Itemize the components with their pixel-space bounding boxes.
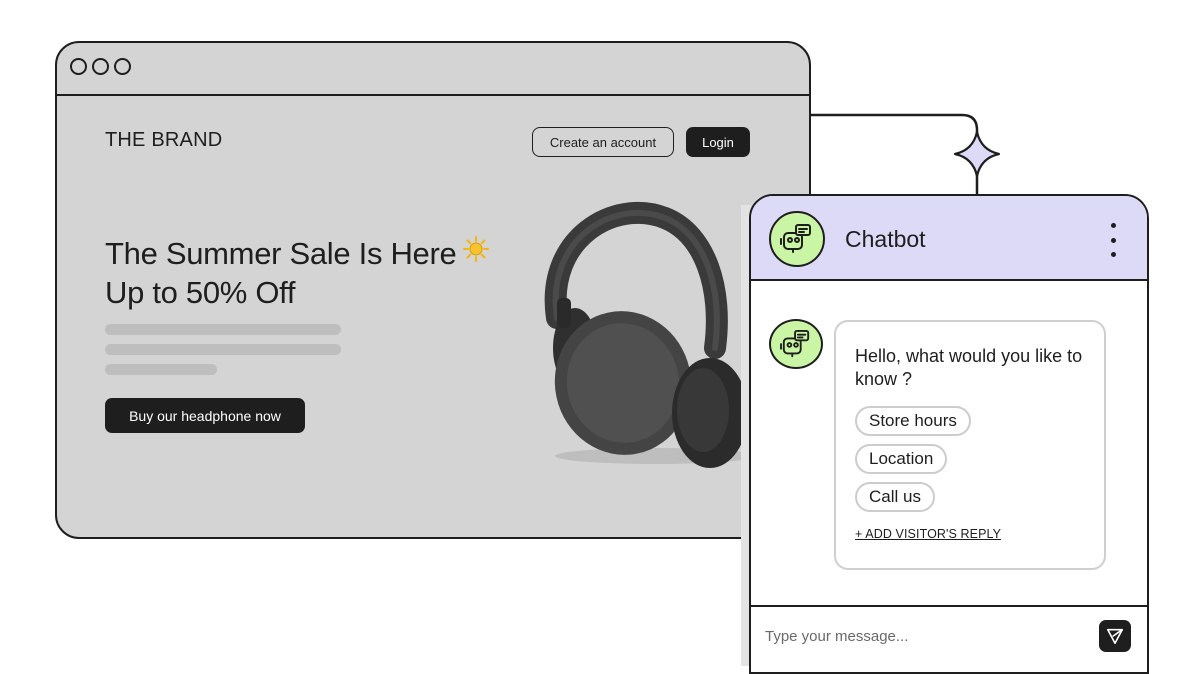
sun-icon xyxy=(462,234,490,271)
login-button[interactable]: Login xyxy=(686,127,750,157)
bot-icon xyxy=(769,211,825,267)
quick-reply-store-hours[interactable]: Store hours xyxy=(855,406,971,436)
chat-header: Chatbot xyxy=(751,196,1147,281)
message-input[interactable] xyxy=(765,623,1065,649)
browser-window: THE BRAND Create an account Login The Su… xyxy=(55,41,811,539)
window-controls xyxy=(70,58,131,75)
bot-message-bubble: Hello, what would you like to know ? Sto… xyxy=(834,320,1106,570)
chat-title: Chatbot xyxy=(845,226,926,252)
text-placeholder-line xyxy=(105,344,341,355)
window-dot-icon[interactable] xyxy=(70,58,87,75)
create-account-button[interactable]: Create an account xyxy=(532,127,674,157)
window-dot-icon[interactable] xyxy=(92,58,109,75)
buy-headphone-button[interactable]: Buy our headphone now xyxy=(105,398,305,433)
add-visitor-reply-link[interactable]: + ADD VISITOR'S REPLY xyxy=(855,527,1001,541)
chatbot-widget: Chatbot Hello, what would you like to kn… xyxy=(749,194,1149,674)
bot-icon xyxy=(769,319,823,369)
send-button[interactable] xyxy=(1099,620,1131,652)
window-dot-icon[interactable] xyxy=(114,58,131,75)
text-placeholder-line xyxy=(105,364,217,375)
sparkle-icon xyxy=(953,130,1001,178)
hero-title-line2: Up to 50% Off xyxy=(105,275,296,311)
browser-title-bar xyxy=(57,43,809,96)
hero-title: The Summer Sale Is Here Up to 50% Off xyxy=(105,235,535,311)
hero-title-line1: The Summer Sale Is Here xyxy=(105,236,457,271)
chat-input-bar xyxy=(751,605,1147,667)
headphones-image xyxy=(535,198,765,478)
bot-greeting: Hello, what would you like to know ? xyxy=(855,346,1083,389)
quick-reply-call-us[interactable]: Call us xyxy=(855,482,935,512)
text-placeholder-line xyxy=(105,324,341,335)
brand-logo[interactable]: THE BRAND xyxy=(105,129,222,152)
send-icon xyxy=(1106,628,1124,645)
quick-reply-location[interactable]: Location xyxy=(855,444,948,474)
kebab-menu-icon[interactable] xyxy=(1108,223,1118,257)
